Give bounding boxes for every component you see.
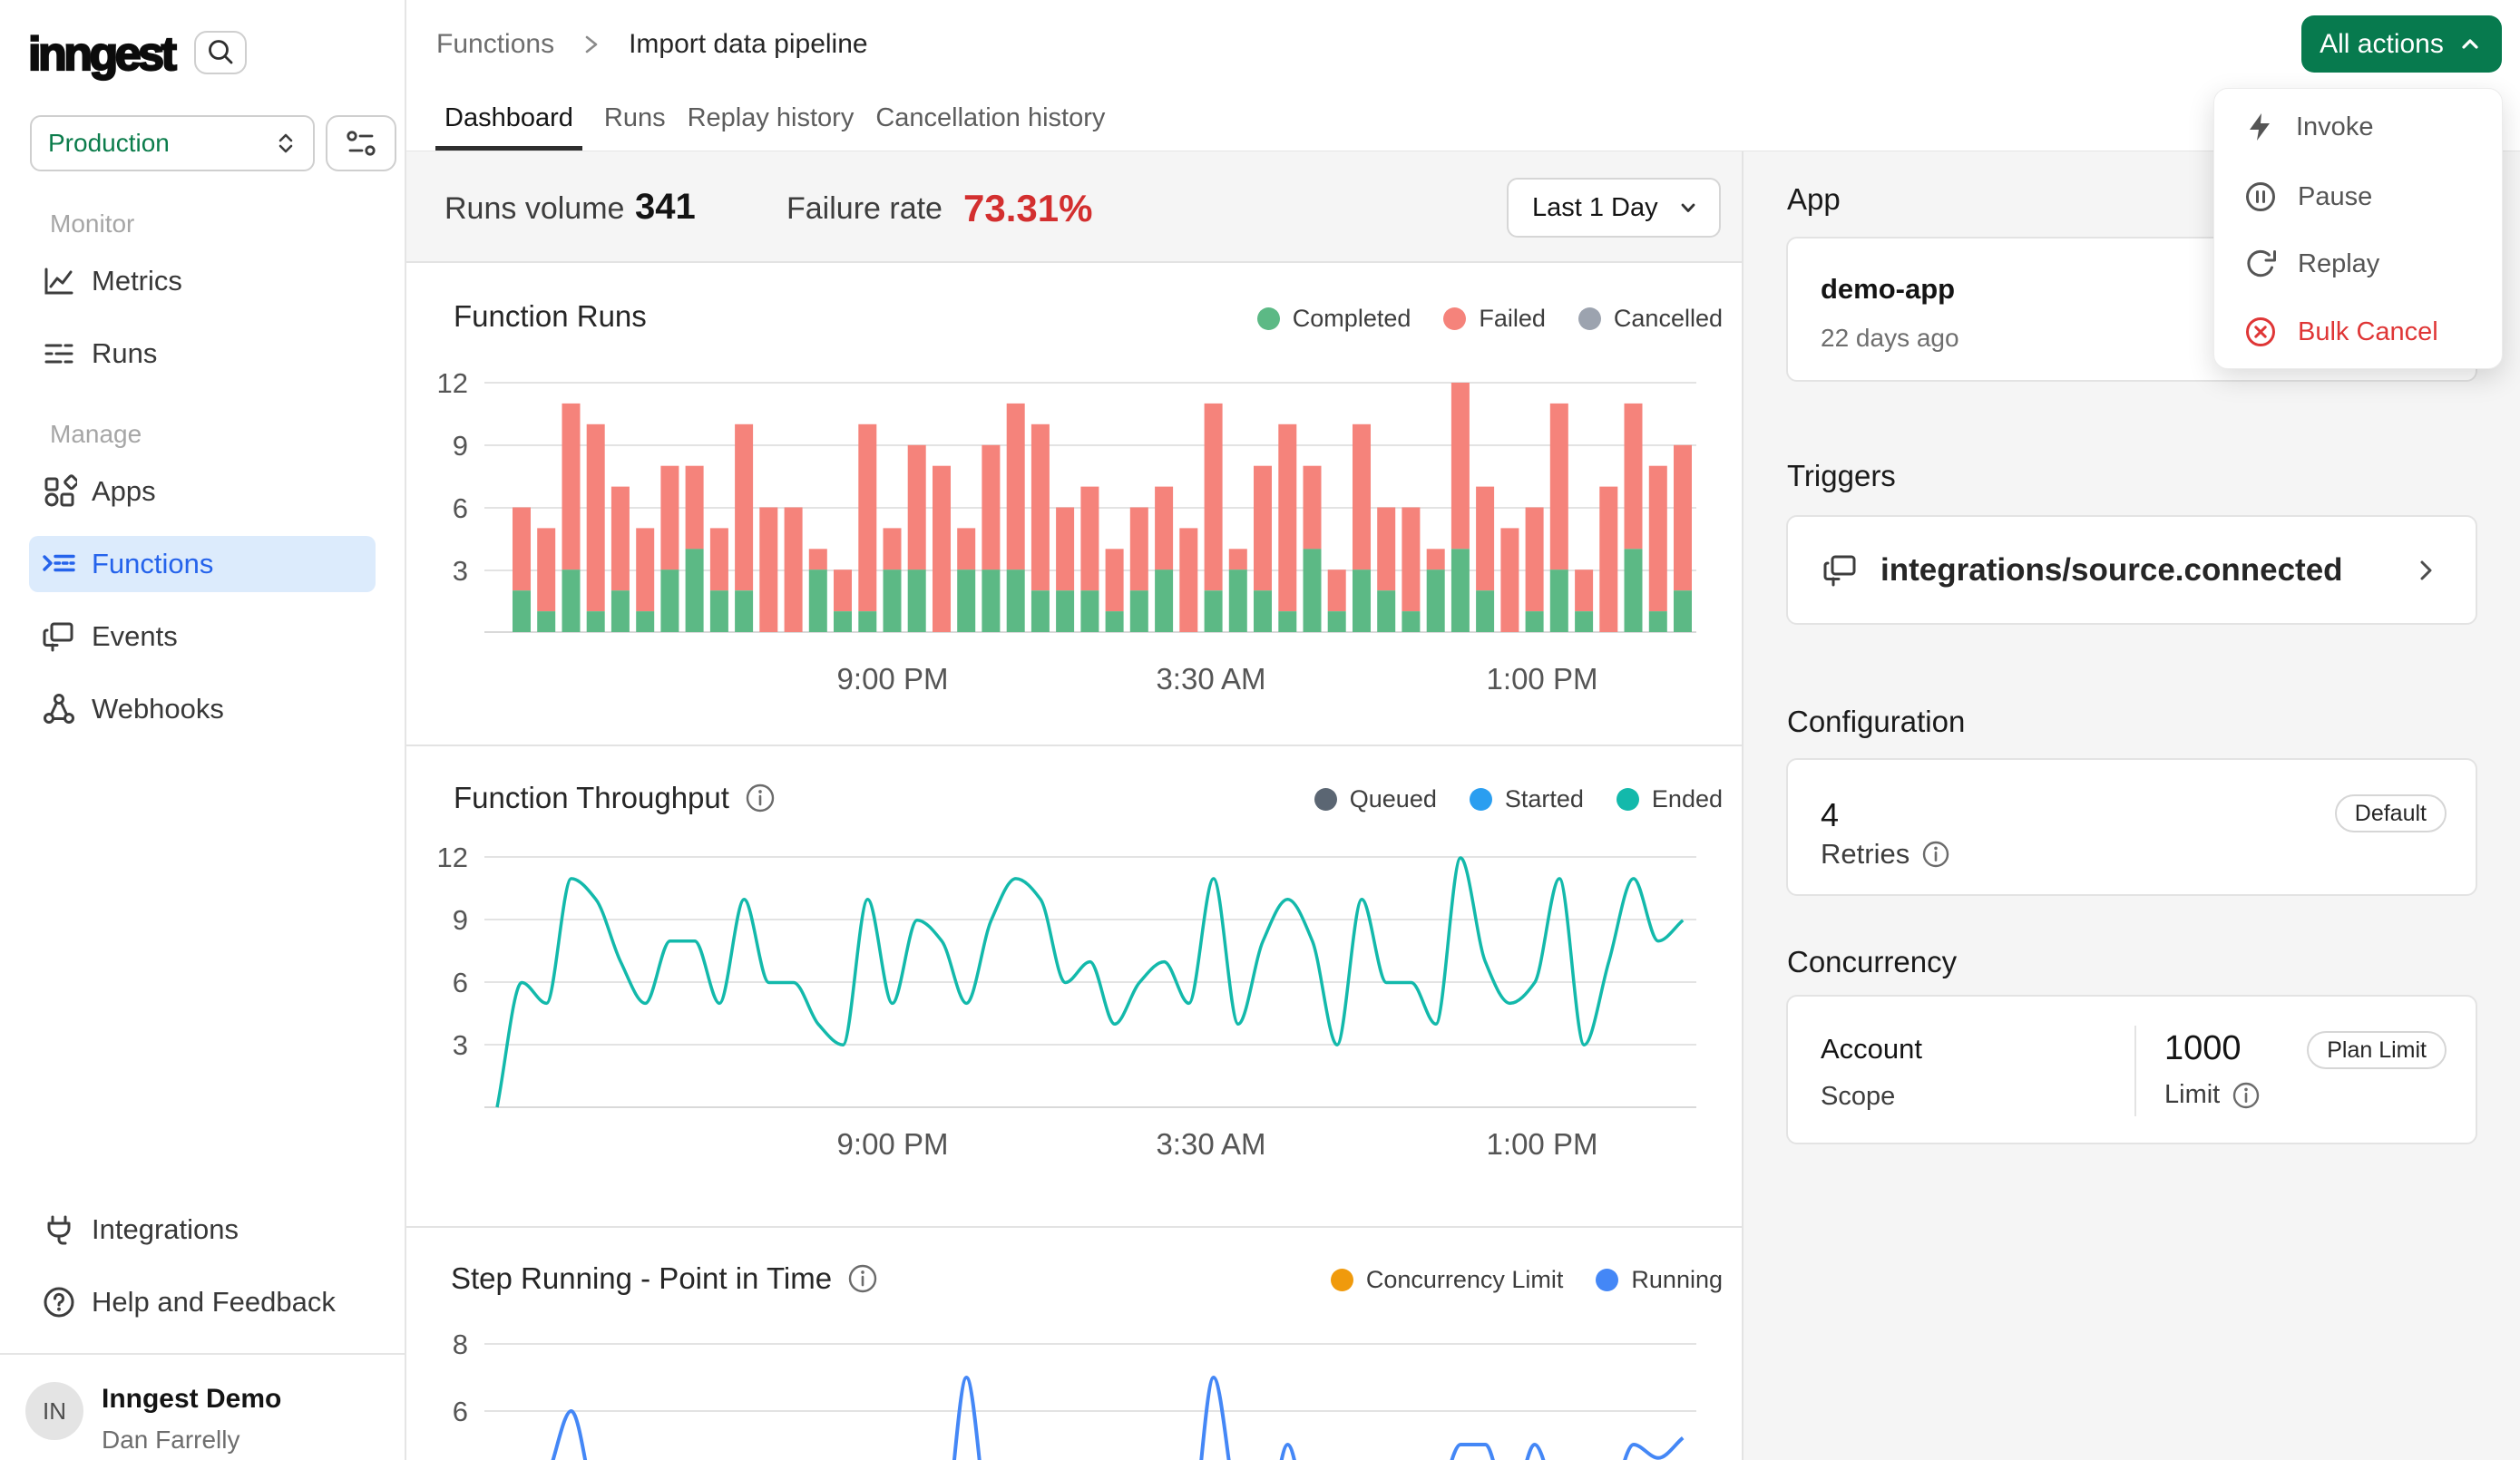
- svg-text:12: 12: [437, 367, 468, 399]
- svg-text:3: 3: [453, 555, 468, 587]
- svg-text:9: 9: [453, 430, 468, 462]
- svg-text:8: 8: [453, 1329, 468, 1360]
- svg-text:3: 3: [453, 1029, 468, 1061]
- svg-text:3:30 AM: 3:30 AM: [1156, 662, 1265, 696]
- svg-text:6: 6: [453, 967, 468, 998]
- svg-text:6: 6: [453, 492, 468, 524]
- svg-text:9: 9: [453, 904, 468, 936]
- svg-text:3:30 AM: 3:30 AM: [1156, 1127, 1265, 1161]
- svg-text:12: 12: [437, 842, 468, 873]
- svg-text:9:00 PM: 9:00 PM: [837, 662, 949, 696]
- svg-text:6: 6: [453, 1396, 468, 1427]
- svg-text:9:00 PM: 9:00 PM: [837, 1127, 949, 1161]
- svg-text:1:00 PM: 1:00 PM: [1487, 1127, 1598, 1161]
- svg-text:1:00 PM: 1:00 PM: [1487, 662, 1598, 696]
